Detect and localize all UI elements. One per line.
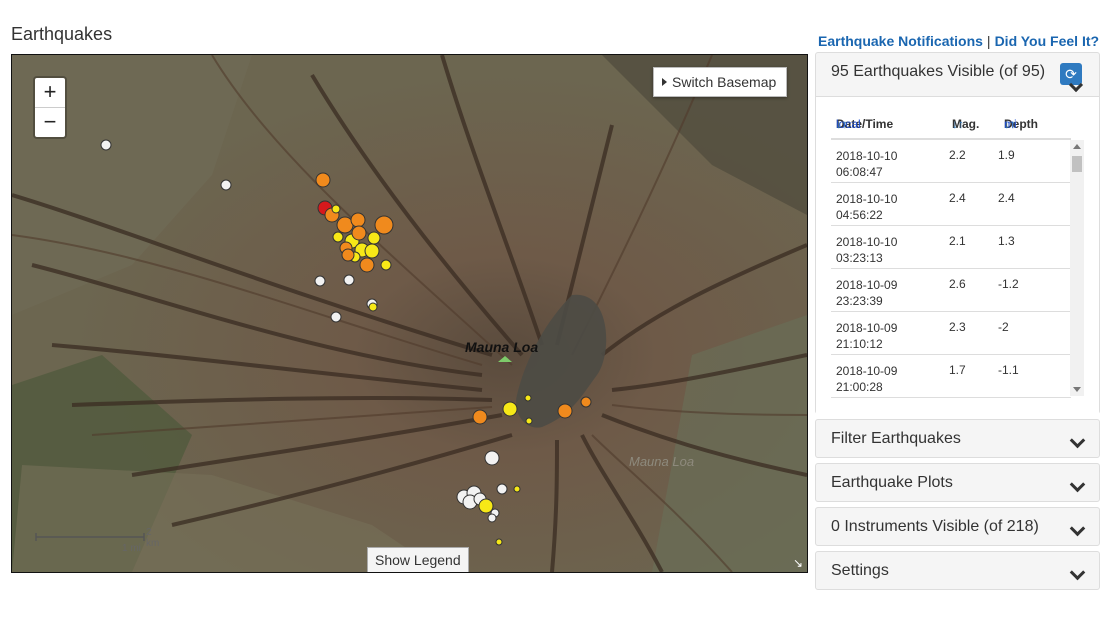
table-row[interactable]: 2018-10-09 21:00:28 1.7 -1.1 bbox=[831, 355, 1071, 398]
quake-marker bbox=[100, 139, 112, 151]
zoom-control: + − bbox=[33, 76, 67, 139]
quake-marker bbox=[367, 231, 381, 245]
map-scale-bar: 2 km 1 mi bbox=[34, 527, 164, 557]
quake-marker bbox=[496, 483, 508, 495]
quake-marker bbox=[525, 417, 533, 425]
instruments-panel[interactable]: 0 Instruments Visible (of 218) bbox=[815, 507, 1100, 546]
show-legend-button[interactable]: Show Legend bbox=[367, 547, 469, 572]
chevron-down-icon bbox=[1069, 564, 1086, 581]
chevron-down-icon bbox=[1069, 520, 1086, 537]
chevron-down-icon bbox=[1069, 476, 1086, 493]
quake-marker bbox=[524, 394, 532, 402]
chevron-down-icon bbox=[1069, 432, 1086, 449]
quake-marker bbox=[580, 396, 592, 408]
earthquake-table: Date/Time local ↓↑ Mag. ↓↑ Depth mi ↓↑ 2… bbox=[816, 96, 1099, 414]
quake-marker bbox=[350, 212, 366, 228]
scale-mi-label: 1 mi bbox=[122, 543, 141, 554]
quake-marker bbox=[487, 513, 497, 523]
quake-marker bbox=[359, 257, 375, 273]
quake-marker bbox=[314, 275, 326, 287]
table-row[interactable]: 2018-10-09 23:23:39 2.6 -1.2 bbox=[831, 269, 1071, 312]
quake-marker bbox=[472, 409, 488, 425]
sort-icon: ↓↑ bbox=[836, 117, 848, 131]
quake-marker bbox=[380, 259, 392, 271]
earthquake-notifications-link[interactable]: Earthquake Notifications bbox=[818, 33, 983, 49]
quake-marker bbox=[374, 215, 394, 235]
quake-marker bbox=[331, 204, 341, 214]
zoom-out-button[interactable]: − bbox=[35, 107, 65, 137]
earthquakes-visible-count: 95 Earthquakes Visible (of 95) bbox=[831, 63, 1046, 80]
earthquake-plots-panel[interactable]: Earthquake Plots bbox=[815, 463, 1100, 502]
resize-icon[interactable]: ↘ bbox=[791, 556, 805, 570]
earthquakes-panel-header[interactable]: 95 Earthquakes Visible (of 95) ⟳ bbox=[816, 53, 1099, 93]
scroll-up-icon[interactable] bbox=[1073, 144, 1081, 149]
header-links: Earthquake Notifications | Did You Feel It… bbox=[818, 33, 1099, 49]
quake-marker bbox=[368, 302, 378, 312]
scroll-down-icon[interactable] bbox=[1073, 387, 1081, 392]
caret-right-icon bbox=[662, 78, 667, 86]
quake-marker bbox=[341, 248, 355, 262]
scroll-thumb[interactable] bbox=[1072, 156, 1082, 172]
table-row[interactable]: 2018-10-10 06:08:47 2.2 1.9 bbox=[831, 140, 1071, 183]
did-you-feel-it-link[interactable]: Did You Feel It? bbox=[995, 33, 1100, 49]
quake-marker bbox=[343, 274, 355, 286]
zoom-in-button[interactable]: + bbox=[35, 78, 65, 107]
map-view[interactable]: Mauna Loa Mauna Loa + − Switch Basemap 2… bbox=[11, 54, 808, 573]
map-label-mauna-loa: Mauna Loa bbox=[465, 339, 539, 355]
quake-marker bbox=[513, 485, 521, 493]
quake-marker bbox=[484, 450, 500, 466]
page-title: Earthquakes bbox=[11, 24, 113, 44]
panel-title: Filter Earthquakes bbox=[831, 430, 961, 447]
panel-title: 0 Instruments Visible (of 218) bbox=[831, 518, 1039, 535]
quake-marker bbox=[495, 538, 503, 546]
sort-icon: ↓↑ bbox=[1004, 117, 1016, 131]
quake-marker bbox=[332, 231, 344, 243]
settings-panel[interactable]: Settings bbox=[815, 551, 1100, 590]
link-separator: | bbox=[986, 33, 991, 49]
filter-earthquakes-panel[interactable]: Filter Earthquakes bbox=[815, 419, 1100, 458]
switch-basemap-button[interactable]: Switch Basemap bbox=[653, 67, 788, 97]
quake-marker bbox=[557, 403, 573, 419]
earthquake-markers bbox=[100, 139, 592, 546]
quake-marker bbox=[478, 498, 494, 514]
map-label-region: Mauna Loa bbox=[629, 454, 695, 469]
scale-km-label: 2 km bbox=[146, 527, 160, 549]
table-row[interactable]: 2018-10-10 04:56:22 2.4 2.4 bbox=[831, 183, 1071, 226]
earthquakes-panel: 95 Earthquakes Visible (of 95) ⟳ Date/Ti… bbox=[815, 52, 1100, 414]
quake-marker bbox=[220, 179, 232, 191]
table-row[interactable]: 2018-10-10 03:23:13 2.1 1.3 bbox=[831, 226, 1071, 269]
sort-icon: ↓↑ bbox=[952, 117, 964, 131]
quake-marker bbox=[351, 225, 367, 241]
quake-marker bbox=[502, 401, 518, 417]
table-row[interactable]: 2018-10-09 21:10:12 2.3 -2 bbox=[831, 312, 1071, 355]
table-scrollbar[interactable] bbox=[1070, 140, 1084, 396]
quake-marker bbox=[330, 311, 342, 323]
panel-title: Settings bbox=[831, 562, 889, 579]
quake-marker bbox=[364, 243, 380, 259]
table-rows: 2018-10-10 06:08:47 2.2 1.9 2018-10-10 04:… bbox=[831, 138, 1071, 398]
panel-title: Earthquake Plots bbox=[831, 474, 953, 491]
quake-marker bbox=[315, 172, 331, 188]
scale-bar-graphic bbox=[35, 533, 145, 541]
